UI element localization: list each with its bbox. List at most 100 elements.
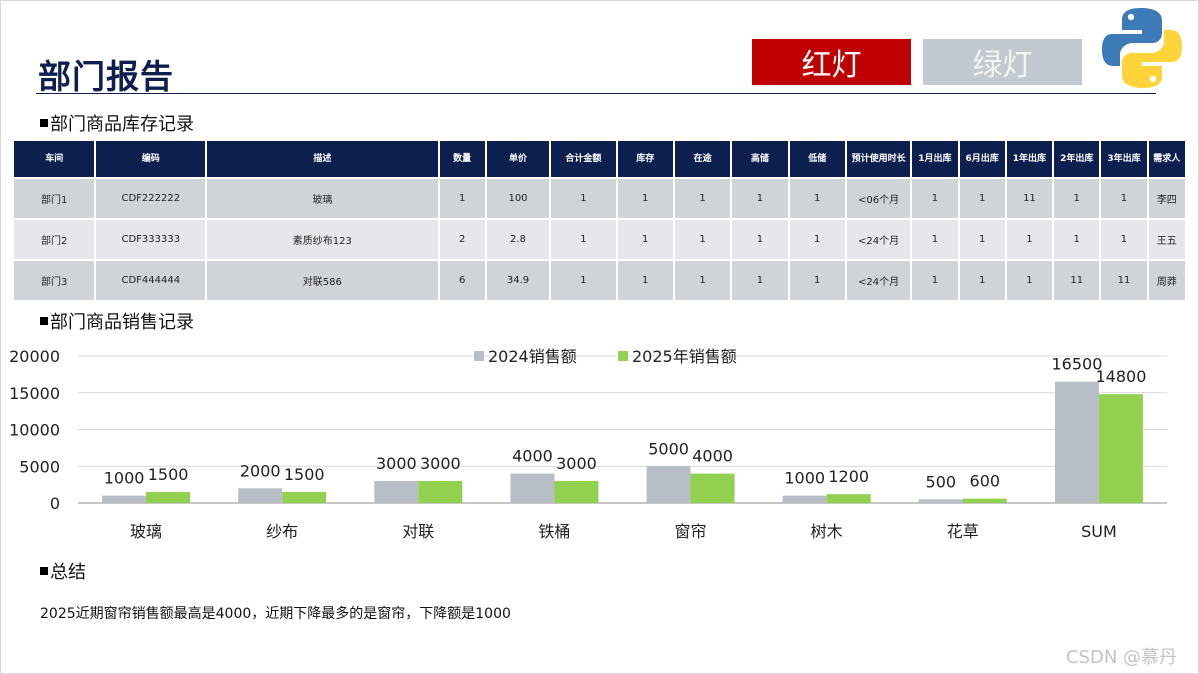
data-label: 1000 — [104, 469, 145, 488]
x-tick-label: 花草 — [947, 522, 979, 541]
bar-2025 — [146, 491, 191, 503]
summary-text: 2025近期窗帘销售额最高是4000，近期下降最多的是窗帘，下降额是1000 — [40, 606, 511, 622]
x-tick-label: SUM — [1081, 522, 1117, 541]
table-cell: 1 — [551, 177, 616, 218]
x-tick-label: 玻璃 — [130, 522, 162, 541]
table-cell: 100 — [486, 177, 550, 218]
table-cell: 1 — [674, 177, 731, 218]
bar-2024 — [1054, 381, 1099, 503]
y-tick-label: 10000 — [9, 421, 60, 440]
data-label: 1000 — [784, 469, 825, 488]
data-label: 1500 — [284, 465, 325, 484]
table-cell: 1 — [789, 177, 845, 218]
table-cell: CDF222222 — [96, 177, 206, 218]
table-cell: 1 — [1054, 218, 1100, 259]
table-cell: 1 — [732, 259, 788, 300]
table-cell: 1 — [439, 177, 485, 218]
x-tick-label: 对联 — [402, 522, 434, 541]
green-light-button[interactable]: 绿灯 — [923, 39, 1082, 85]
table-cell: 1 — [789, 218, 845, 259]
bullet-square-icon — [40, 119, 48, 127]
column-header[interactable]: 低储 — [789, 141, 845, 177]
table-cell: 1 — [912, 259, 958, 300]
column-header[interactable]: 高储 — [732, 141, 788, 177]
column-header[interactable]: 描述 — [207, 141, 438, 177]
bar-2025 — [554, 480, 599, 503]
bar-2025 — [418, 480, 463, 503]
column-header[interactable]: 数量 — [439, 141, 485, 177]
legend-label: 2024销售额 — [488, 347, 577, 366]
bar-2024 — [374, 480, 419, 503]
inventory-section-title: 部门商品库存记录 — [40, 110, 194, 136]
bar-2024 — [510, 473, 555, 503]
bar-2025 — [282, 491, 327, 503]
y-tick-label: 5000 — [19, 457, 60, 476]
data-label: 4000 — [512, 447, 553, 466]
bullet-square-icon — [40, 567, 48, 575]
title-divider — [36, 93, 1156, 94]
table-cell: 1 — [912, 218, 958, 259]
table-cell: 34.9 — [486, 259, 550, 300]
column-header[interactable]: 预计使用时长 — [846, 141, 911, 177]
column-header[interactable]: 合计金额 — [551, 141, 616, 177]
watermark: CSDN @慕丹 — [1066, 647, 1178, 668]
data-label: 5000 — [648, 439, 689, 458]
column-header[interactable]: 需求人 — [1148, 141, 1185, 177]
data-label: 14800 — [1095, 367, 1146, 386]
sales-bar-chart: 050001000015000200001000 1500玻璃2000 1500纱布… — [9, 347, 1167, 541]
data-label: 500 — [926, 472, 957, 491]
table-cell: CDF333333 — [96, 218, 206, 259]
inventory-table: 车间 编码 描述 数量 单价 合计金额 库存 在途 高储 低储 预计使用时长 1… — [12, 141, 1187, 300]
table-cell: 1 — [674, 218, 731, 259]
table-cell: 部门1 — [14, 177, 95, 218]
table-cell: 1 — [674, 259, 731, 300]
table-row: 部门1 CDF222222 玻璃 1 100 1 1 1 1 1 <06个月 1… — [14, 177, 1185, 218]
data-label: 2000 — [240, 461, 281, 480]
column-header[interactable]: 1年出库 — [1006, 141, 1053, 177]
data-label: 600 — [970, 472, 1001, 491]
bar-2024 — [646, 466, 691, 503]
table-cell: 素质纱布123 — [207, 218, 438, 259]
table-cell: 周莽 — [1148, 259, 1185, 300]
table-cell: 1 — [551, 218, 616, 259]
column-header[interactable]: 库存 — [617, 141, 673, 177]
bar-2024 — [782, 495, 827, 503]
table-cell: 对联586 — [207, 259, 438, 300]
table-cell: 11 — [1101, 259, 1147, 300]
table-cell: 1 — [617, 177, 673, 218]
table-cell: 1 — [959, 177, 1005, 218]
column-header[interactable]: 在途 — [674, 141, 731, 177]
column-header[interactable]: 3年出库 — [1101, 141, 1147, 177]
red-light-button[interactable]: 红灯 — [752, 39, 911, 85]
table-cell: 2 — [439, 218, 485, 259]
x-tick-label: 铁桶 — [538, 522, 570, 541]
table-cell: 1 — [551, 259, 616, 300]
bar-2024 — [102, 495, 147, 503]
table-cell: 1 — [732, 177, 788, 218]
column-header[interactable]: 1月出库 — [912, 141, 958, 177]
column-header[interactable]: 车间 — [14, 141, 95, 177]
table-cell: <06个月 — [846, 177, 911, 218]
table-row: 部门2 CDF333333 素质纱布123 2 2.8 1 1 1 1 1 <2… — [14, 218, 1185, 259]
table-cell: 1 — [1006, 218, 1053, 259]
table-cell: 1 — [959, 218, 1005, 259]
column-header[interactable]: 2年出库 — [1054, 141, 1100, 177]
table-cell: 1 — [789, 259, 845, 300]
inventory-section-label: 部门商品库存记录 — [50, 114, 194, 135]
x-tick-label: 窗帘 — [675, 522, 707, 541]
table-cell: 1 — [1101, 177, 1147, 218]
table-cell: 1 — [617, 259, 673, 300]
y-tick-label: 20000 — [9, 347, 60, 366]
bar-2025 — [690, 473, 735, 503]
data-label: 3000 — [556, 454, 597, 473]
table-cell: 1 — [912, 177, 958, 218]
legend-swatch — [618, 351, 628, 361]
column-header[interactable]: 6月出库 — [959, 141, 1005, 177]
column-header[interactable]: 单价 — [486, 141, 550, 177]
table-cell: 李四 — [1148, 177, 1185, 218]
x-tick-label: 纱布 — [266, 522, 298, 541]
bullet-square-icon — [40, 317, 48, 325]
y-tick-label: 0 — [50, 494, 60, 513]
column-header[interactable]: 编码 — [96, 141, 206, 177]
table-cell: 部门2 — [14, 218, 95, 259]
